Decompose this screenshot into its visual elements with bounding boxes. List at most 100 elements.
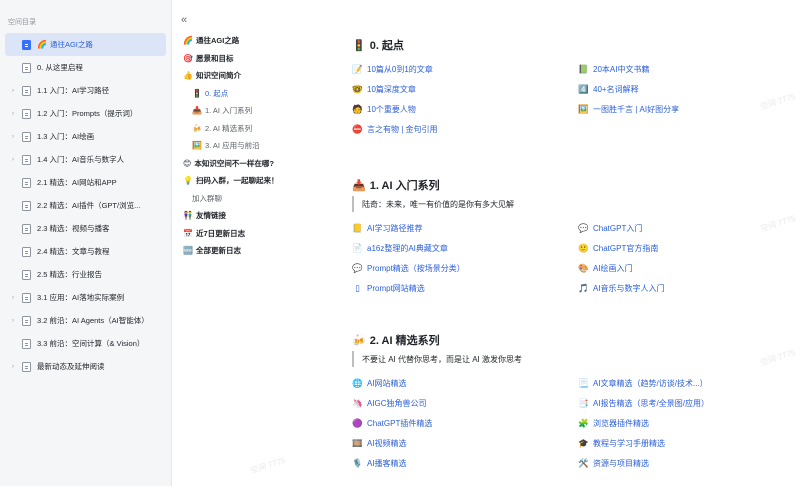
link-emoji-icon: 🤓 bbox=[352, 84, 363, 94]
doc-link[interactable]: 📗 20本AI中文书籍 bbox=[578, 64, 649, 75]
doc-link[interactable]: 📄 a16z整理的AI典藏文章 bbox=[352, 243, 448, 254]
link-emoji-icon: 📗 bbox=[578, 64, 589, 74]
doc-link[interactable]: 💬 Prompt精选（按场景分类） bbox=[352, 263, 465, 274]
sidebar-item-label: 3.2 前沿：AI Agents（AI智能体） bbox=[37, 316, 149, 325]
outline-item[interactable]: 🌈 通往AGI之路 bbox=[183, 32, 313, 50]
doc-link[interactable]: 🧑 10个重要人物 bbox=[352, 104, 416, 115]
sidebar-item-label: 3.3 前沿：空间计算（& Vision） bbox=[37, 339, 145, 348]
document-icon bbox=[22, 315, 31, 326]
outline-item-label: 通往AGI之路 bbox=[195, 36, 240, 46]
doc-link-label: AI学习路径推荐 bbox=[367, 224, 423, 233]
chevron-right-icon[interactable]: › bbox=[8, 88, 18, 94]
section-title: 0. 起点 bbox=[369, 40, 404, 52]
doc-link[interactable]: 💬 ChatGPT入门 bbox=[578, 223, 642, 234]
collapse-outline-icon[interactable]: « bbox=[181, 14, 187, 26]
doc-link[interactable]: 🙂 ChatGPT官方指南 bbox=[578, 243, 658, 254]
section-emoji-icon: 🚦 bbox=[352, 39, 366, 52]
outline-item[interactable]: 🆕 全部更新日志 bbox=[183, 242, 313, 260]
document-icon bbox=[22, 292, 31, 303]
sidebar-item[interactable]: › 3.1 应用：AI落地实际案例 bbox=[0, 286, 172, 309]
sidebar-item[interactable]: 0. 从这里启程 bbox=[0, 56, 172, 79]
link-emoji-icon: 📄 bbox=[352, 243, 363, 253]
chevron-right-icon[interactable]: › bbox=[8, 364, 18, 370]
doc-link-label: AI报告精选（思考/全景图/应用） bbox=[593, 399, 710, 408]
link-emoji-icon: 📑 bbox=[578, 398, 589, 408]
doc-link[interactable]: 🛠️ 资源与项目精选 bbox=[578, 458, 649, 469]
chevron-right-icon[interactable]: › bbox=[8, 295, 18, 301]
doc-link-label: AI播客精选 bbox=[367, 459, 407, 468]
doc-link[interactable]: 🎨 AI绘画入门 bbox=[578, 263, 632, 274]
outline-item[interactable]: 👫 友情链接 bbox=[183, 207, 313, 225]
doc-link[interactable]: ▯ Prompt网站精选 bbox=[352, 283, 425, 294]
doc-link[interactable]: 📑 AI报告精选（思考/全景图/应用） bbox=[578, 398, 709, 409]
document-icon bbox=[22, 85, 31, 96]
sidebar-item-label: 1.1 入门：AI学习路径 bbox=[37, 86, 110, 95]
doc-link[interactable]: 📒 AI学习路径推荐 bbox=[352, 223, 423, 234]
outline-item[interactable]: 😊 本知识空间不一样在哪? bbox=[183, 155, 313, 173]
doc-link-label: ChatGPT入门 bbox=[593, 224, 643, 233]
sidebar-item[interactable]: 2.1 精选：AI网站和APP bbox=[0, 171, 172, 194]
sidebar-item[interactable]: › 3.2 前沿：AI Agents（AI智能体） bbox=[0, 309, 172, 332]
outline-item-label: 1. AI 入门系列 bbox=[204, 106, 253, 116]
doc-link[interactable]: 🤓 10篇深度文章 bbox=[352, 84, 416, 95]
doc-link[interactable]: ⛔ 言之有物 | 金句引用 bbox=[352, 124, 437, 135]
document-icon bbox=[22, 200, 31, 211]
doc-link[interactable]: 🎵 AI音乐与数字人入门 bbox=[578, 283, 665, 294]
outline-item-label: 知识空间简介 bbox=[195, 71, 241, 81]
document-icon bbox=[22, 108, 31, 119]
sidebar-item-label: 3.1 应用：AI落地实际案例 bbox=[37, 293, 125, 302]
link-emoji-icon: 🦄 bbox=[352, 398, 363, 408]
doc-link[interactable]: 🎓 教程与学习手册精选 bbox=[578, 438, 665, 449]
outline-item[interactable]: 👍 知识空间简介 bbox=[183, 67, 313, 85]
sidebar-item-label: 2.5 精选：行业报告 bbox=[37, 270, 103, 279]
outline-emoji-icon: 🍻 bbox=[192, 123, 202, 133]
doc-link[interactable]: 📝 10篇从0到1的文章 bbox=[352, 64, 433, 75]
outline-item[interactable]: 加入群聊 bbox=[183, 190, 313, 208]
link-emoji-icon: 🖼️ bbox=[578, 104, 589, 114]
sidebar-item-label: 2.2 精选：AI插件（GPT/浏览... bbox=[37, 201, 141, 210]
chevron-right-icon[interactable]: › bbox=[8, 134, 18, 140]
section-title: 1. AI 入门系列 bbox=[369, 180, 440, 192]
doc-link[interactable]: 🧩 浏览器插件精选 bbox=[578, 418, 649, 429]
outline-item[interactable]: 🚦 0. 起点 bbox=[183, 85, 313, 103]
link-emoji-icon: ⛔ bbox=[352, 124, 363, 134]
document-icon bbox=[22, 361, 31, 372]
sidebar-item[interactable]: 2.5 精选：行业报告 bbox=[0, 263, 172, 286]
doc-link-label: 浏览器插件精选 bbox=[593, 419, 649, 428]
doc-link[interactable]: 🦄 AIGC独角兽公司 bbox=[352, 398, 426, 409]
outline-item[interactable]: 🍻 2. AI 精选系列 bbox=[183, 120, 313, 138]
sidebar-item[interactable]: › 1.1 入门：AI学习路径 bbox=[0, 79, 172, 102]
sidebar-item[interactable]: 2.2 精选：AI插件（GPT/浏览... bbox=[0, 194, 172, 217]
doc-link-label: AI音乐与数字人入门 bbox=[593, 284, 665, 293]
sidebar-item[interactable]: › 1.3 入门：AI绘画 bbox=[0, 125, 172, 148]
sidebar-item[interactable]: › 最新动态及延伸阅读 bbox=[0, 355, 172, 378]
sidebar-item[interactable]: 2.3 精选：视频与播客 bbox=[0, 217, 172, 240]
outline-item[interactable]: 📅 近7日更新日志 bbox=[183, 225, 313, 243]
outline-item[interactable]: 🎯 愿景和目标 bbox=[183, 50, 313, 68]
document-icon bbox=[22, 338, 31, 349]
doc-link[interactable]: 4️⃣ 40+名词解释 bbox=[578, 84, 638, 95]
sidebar-item[interactable]: 3.3 前沿：空间计算（& Vision） bbox=[0, 332, 172, 355]
outline-item[interactable]: 🖼️ 3. AI 应用与前沿 bbox=[183, 137, 313, 155]
outline-item[interactable]: 📥 1. AI 入门系列 bbox=[183, 102, 313, 120]
sidebar-item-label: 1.2 入门：Prompts（提示词） bbox=[37, 109, 138, 118]
doc-link[interactable]: 🎞️ AI视频精选 bbox=[352, 438, 406, 449]
sidebar-item[interactable]: › 1.4 入门：AI音乐与数字人 bbox=[0, 148, 172, 171]
chevron-right-icon[interactable]: › bbox=[8, 318, 18, 324]
doc-link[interactable]: 🖼️ 一图胜千言 | AI好图分享 bbox=[578, 104, 679, 115]
link-emoji-icon: 🎵 bbox=[578, 283, 589, 293]
sidebar-item[interactable]: 2.4 精选：文章与教程 bbox=[0, 240, 172, 263]
chevron-right-icon[interactable]: › bbox=[8, 111, 18, 117]
sidebar-item[interactable]: 🌈 通往AGI之路 bbox=[5, 33, 166, 56]
sidebar-item[interactable]: › 1.2 入门：Prompts（提示词） bbox=[0, 102, 172, 125]
chevron-right-icon[interactable]: › bbox=[8, 157, 18, 163]
doc-link[interactable]: 🌐 AI网站精选 bbox=[352, 378, 406, 389]
doc-link[interactable]: 📃 AI文章精选（趋势/访谈/技术...） bbox=[578, 378, 707, 389]
doc-link[interactable]: 🎙️ AI播客精选 bbox=[352, 458, 407, 469]
sidebar-list: 🌈 通往AGI之路 0. 从这里启程 › 1.1 入门：AI学习路径 › 1.2 入门：Pr… bbox=[0, 33, 172, 378]
document-icon bbox=[22, 154, 31, 165]
doc-link[interactable]: 🟣 ChatGPT插件精选 bbox=[352, 418, 432, 429]
outline-item[interactable]: 💡 扫码入群，一起聊起来！ bbox=[183, 172, 313, 190]
section-heading: 🚦 0. 起点 bbox=[352, 37, 404, 53]
doc-link-label: a16z整理的AI典藏文章 bbox=[367, 244, 448, 253]
